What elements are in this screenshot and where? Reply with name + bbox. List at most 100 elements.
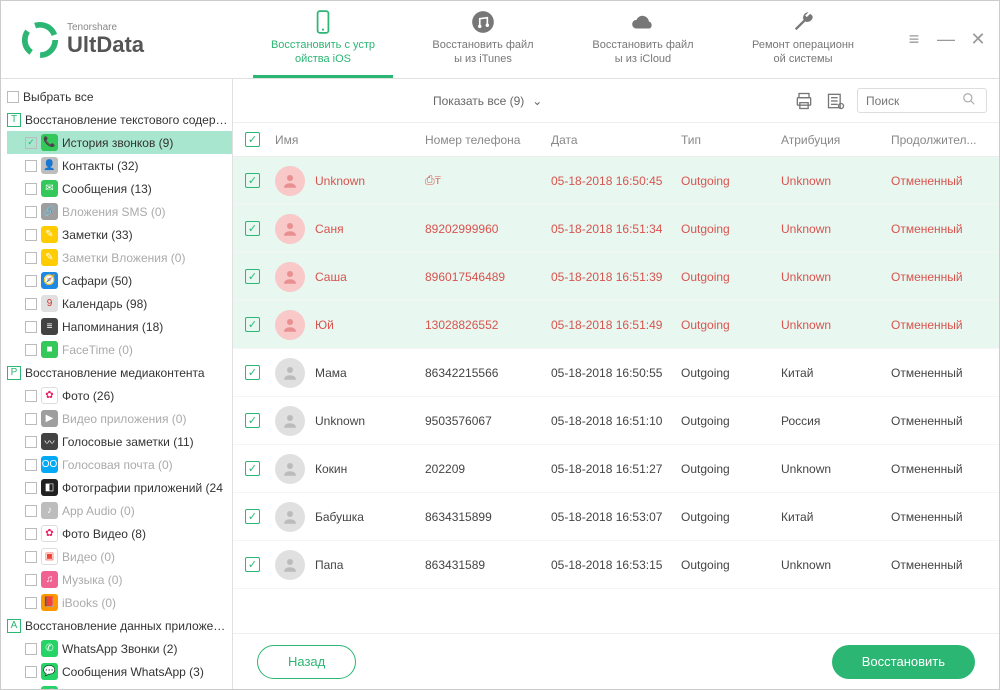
sidebar-item[interactable]: 🔗 Вложения SMS (0) bbox=[7, 200, 232, 223]
sidebar-item-checkbox[interactable] bbox=[25, 574, 37, 586]
sidebar-item-checkbox[interactable] bbox=[25, 643, 37, 655]
app-logo: Tenorshare UltData bbox=[21, 21, 221, 59]
back-button[interactable]: Назад bbox=[257, 645, 356, 679]
table-row[interactable]: ✓ Саня 89202999960 05-18-2018 16:51:34 O… bbox=[233, 205, 999, 253]
col-attr[interactable]: Атрибуция bbox=[781, 133, 891, 147]
sidebar-item-checkbox[interactable] bbox=[25, 206, 37, 218]
row-checkbox[interactable]: ✓ bbox=[245, 413, 260, 428]
close-icon[interactable]: ✕ bbox=[969, 29, 987, 50]
sidebar-item[interactable]: ✓ 📞 История звонков (9) bbox=[7, 131, 232, 154]
minimize-icon[interactable]: — bbox=[937, 29, 955, 50]
sidebar-item[interactable]: 👤 Контакты (32) bbox=[7, 154, 232, 177]
tab-wrench[interactable]: Ремонт операционной системы bbox=[733, 1, 873, 78]
table-row[interactable]: ✓ Саша 896017546489 05-18-2018 16:51:39 … bbox=[233, 253, 999, 301]
col-type[interactable]: Тип bbox=[681, 133, 781, 147]
col-name[interactable]: Имя bbox=[275, 133, 425, 147]
sidebar-item-checkbox[interactable] bbox=[25, 505, 37, 517]
sidebar-item-checkbox[interactable] bbox=[25, 551, 37, 563]
avatar-icon bbox=[275, 454, 305, 484]
tab-itunes[interactable]: Восстановить файлы из iTunes bbox=[413, 1, 553, 78]
row-checkbox[interactable]: ✓ bbox=[245, 173, 260, 188]
sidebar-item[interactable]: ▣ Видео (0) bbox=[7, 545, 232, 568]
filter-dropdown-label: Показать все (9) bbox=[433, 94, 524, 108]
sidebar-item[interactable]: ■ FaceTime (0) bbox=[7, 338, 232, 361]
sidebar-item-checkbox[interactable] bbox=[25, 413, 37, 425]
sidebar-item-checkbox[interactable] bbox=[25, 390, 37, 402]
row-checkbox[interactable]: ✓ bbox=[245, 461, 260, 476]
print-icon[interactable] bbox=[793, 90, 815, 112]
sidebar-item-checkbox[interactable] bbox=[25, 160, 37, 172]
sidebar-group[interactable]: P Восстановление медиаконтента bbox=[7, 361, 232, 384]
row-checkbox[interactable]: ✓ bbox=[245, 365, 260, 380]
select-all-row[interactable]: Выбрать все bbox=[7, 85, 232, 108]
sidebar-item-checkbox[interactable]: ✓ bbox=[25, 137, 37, 149]
sidebar-item[interactable]: 🔗 WhatsApp вложения (0) bbox=[7, 683, 232, 689]
table-row[interactable]: ✓ Мама 86342215566 05-18-2018 16:50:55 O… bbox=[233, 349, 999, 397]
sidebar-item[interactable]: ♪ App Audio (0) bbox=[7, 499, 232, 522]
sidebar-item-checkbox[interactable] bbox=[25, 528, 37, 540]
sidebar-item[interactable]: ✿ Фото (26) bbox=[7, 384, 232, 407]
select-all-checkbox[interactable] bbox=[7, 91, 19, 103]
menu-icon[interactable]: ≡ bbox=[905, 29, 923, 50]
sidebar-item[interactable]: ◧ Фотографии приложений (24 bbox=[7, 476, 232, 499]
sidebar-item-checkbox[interactable] bbox=[25, 275, 37, 287]
row-checkbox[interactable]: ✓ bbox=[245, 557, 260, 572]
table-row[interactable]: ✓ Кокин 202209 05-18-2018 16:51:27 Outgo… bbox=[233, 445, 999, 493]
sidebar-item-checkbox[interactable] bbox=[25, 252, 37, 264]
table-row[interactable]: ✓ Бабушка 8634315899 05-18-2018 16:53:07… bbox=[233, 493, 999, 541]
sidebar-item-checkbox[interactable] bbox=[25, 597, 37, 609]
table-row[interactable]: ✓ Unknown 9503576067 05-18-2018 16:51:10… bbox=[233, 397, 999, 445]
sidebar-item[interactable]: 📕 iBooks (0) bbox=[7, 591, 232, 614]
sidebar-item[interactable]: ▶ Видео приложения (0) bbox=[7, 407, 232, 430]
row-checkbox[interactable]: ✓ bbox=[245, 221, 260, 236]
sidebar-item-checkbox[interactable] bbox=[25, 183, 37, 195]
tab-cloud[interactable]: Восстановить файлы из iCloud bbox=[573, 1, 713, 78]
table-row[interactable]: ✓ Папа 863431589 05-18-2018 16:53:15 Out… bbox=[233, 541, 999, 589]
sidebar-item-checkbox[interactable] bbox=[25, 298, 37, 310]
row-checkbox[interactable]: ✓ bbox=[245, 509, 260, 524]
sidebar-item-checkbox[interactable] bbox=[25, 689, 37, 690]
sidebar-item[interactable]: OO Голосовая почта (0) bbox=[7, 453, 232, 476]
row-type: Outgoing bbox=[681, 270, 781, 284]
sidebar-item-checkbox[interactable] bbox=[25, 321, 37, 333]
sidebar-item[interactable]: ✎ Заметки (33) bbox=[7, 223, 232, 246]
restore-button[interactable]: Восстановить bbox=[832, 645, 975, 679]
sidebar-item-checkbox[interactable] bbox=[25, 666, 37, 678]
row-name: Саня bbox=[315, 222, 344, 236]
row-checkbox[interactable]: ✓ bbox=[245, 317, 260, 332]
sidebar-item[interactable]: ≡ Напоминания (18) bbox=[7, 315, 232, 338]
sidebar-item[interactable]: 🧭 Сафари (50) bbox=[7, 269, 232, 292]
sidebar-item-checkbox[interactable] bbox=[25, 229, 37, 241]
sidebar-item[interactable]: 〰 Голосовые заметки (11) bbox=[7, 430, 232, 453]
row-checkbox[interactable]: ✓ bbox=[245, 269, 260, 284]
sidebar-item[interactable]: ✉ Сообщения (13) bbox=[7, 177, 232, 200]
search-box[interactable] bbox=[857, 88, 987, 113]
search-input[interactable] bbox=[866, 94, 956, 108]
sidebar-item[interactable]: ✆ WhatsApp Звонки (2) bbox=[7, 637, 232, 660]
row-phone: 896017546489 bbox=[425, 270, 551, 284]
table-row[interactable]: ✓ Unknown ⎙₸ 05-18-2018 16:50:45 Outgoin… bbox=[233, 157, 999, 205]
sidebar-item-checkbox[interactable] bbox=[25, 436, 37, 448]
sidebar-item[interactable]: ✎ Заметки Вложения (0) bbox=[7, 246, 232, 269]
sidebar-item[interactable]: 💬 Сообщения WhatsApp (3) bbox=[7, 660, 232, 683]
sidebar-item-checkbox[interactable] bbox=[25, 344, 37, 356]
table-row[interactable]: ✓ Юй 13028826552 05-18-2018 16:51:49 Out… bbox=[233, 301, 999, 349]
sidebar-group[interactable]: A Восстановление данных приложений bbox=[7, 614, 232, 637]
sidebar-item[interactable]: ✿ Фото Видео (8) bbox=[7, 522, 232, 545]
settings-list-icon[interactable] bbox=[825, 90, 847, 112]
col-phone[interactable]: Номер телефона bbox=[425, 133, 551, 147]
sidebar-item[interactable]: 9 Календарь (98) bbox=[7, 292, 232, 315]
col-dur[interactable]: Продолжител... bbox=[891, 133, 987, 147]
sidebar-item-checkbox[interactable] bbox=[25, 459, 37, 471]
select-all-rows-checkbox[interactable]: ✓ bbox=[245, 132, 260, 147]
filter-dropdown[interactable]: Показать все (9) ⌄ bbox=[433, 94, 542, 108]
main-tabs: Восстановить с устройства iOS Восстанови… bbox=[221, 1, 905, 78]
sidebar-item-checkbox[interactable] bbox=[25, 482, 37, 494]
col-date[interactable]: Дата bbox=[551, 133, 681, 147]
row-dur: Отмененный bbox=[891, 414, 987, 428]
tab-phone[interactable]: Восстановить с устройства iOS bbox=[253, 1, 393, 78]
row-type: Outgoing bbox=[681, 222, 781, 236]
row-name: Кокин bbox=[315, 462, 347, 476]
sidebar-item[interactable]: ♫ Музыка (0) bbox=[7, 568, 232, 591]
sidebar-group[interactable]: T Восстановление текстового содержи bbox=[7, 108, 232, 131]
